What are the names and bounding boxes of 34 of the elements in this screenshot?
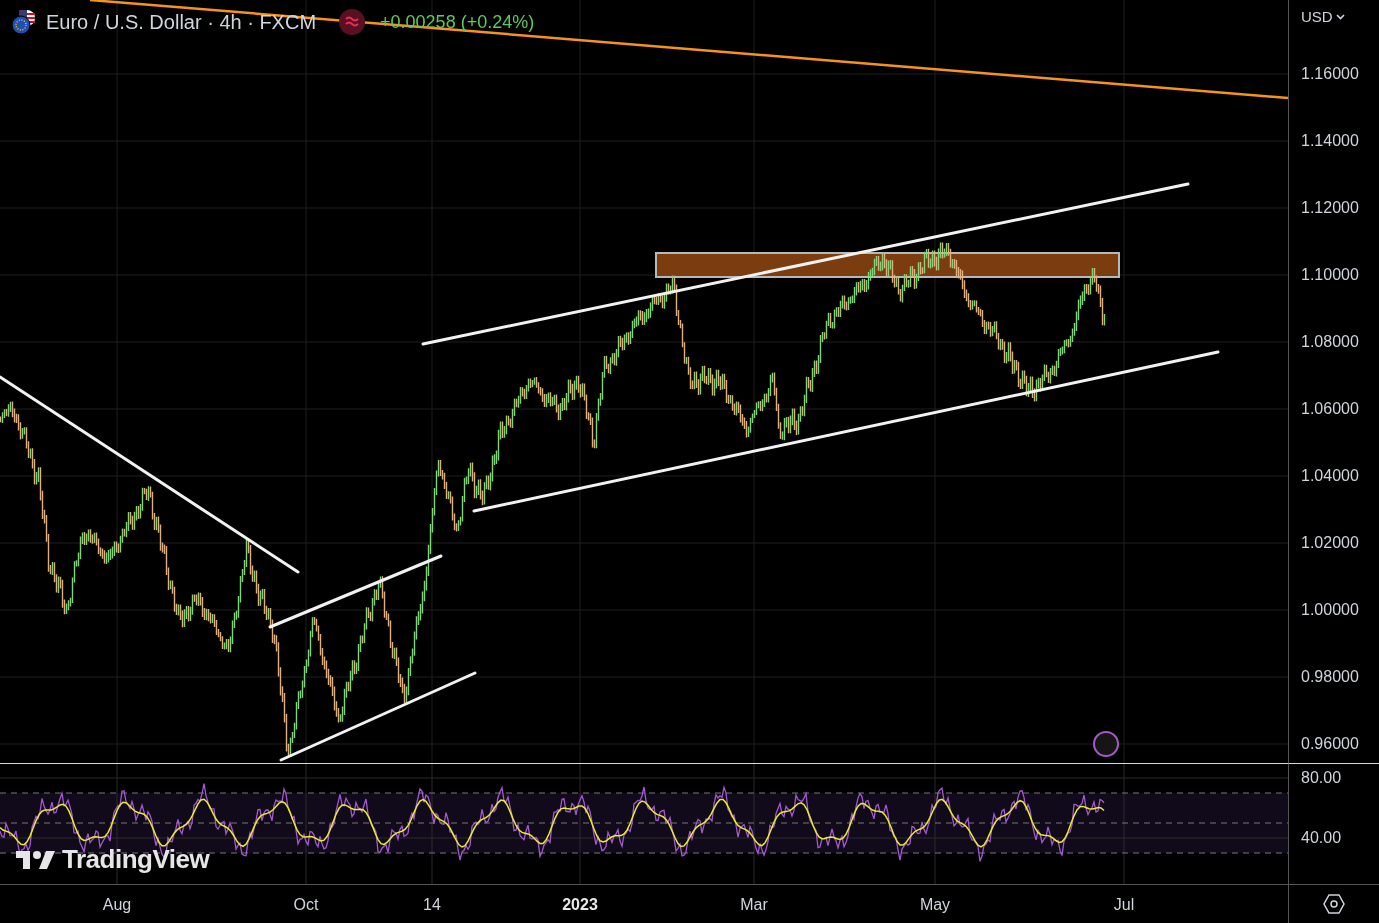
price-label: 1.04000: [1301, 467, 1359, 485]
resistance-line[interactable]: [89, 0, 1288, 100]
rsi-label: 80.00: [1301, 769, 1342, 787]
settings-icon[interactable]: [1323, 894, 1345, 914]
time-label: Mar: [740, 896, 768, 914]
time-label: 2023: [562, 896, 598, 914]
logo-text: TradingView: [62, 844, 210, 875]
price-label: 1.06000: [1301, 400, 1359, 418]
symbol-title: Euro / U.S. Dollar · 4h · FXCM: [46, 10, 317, 34]
time-label: Jul: [1113, 896, 1135, 914]
trend-line[interactable]: [421, 182, 1190, 346]
logo-icon: [16, 848, 58, 871]
price-label: 1.16000: [1301, 65, 1359, 83]
price-label: 1.14000: [1301, 132, 1359, 150]
price-label: 1.12000: [1301, 199, 1359, 217]
price-label: 0.98000: [1301, 668, 1359, 686]
rsi-label: 40.00: [1301, 829, 1342, 847]
market-status-icon[interactable]: [338, 8, 367, 36]
time-label: Aug: [102, 896, 132, 914]
caret-icon: [1335, 13, 1345, 20]
trend-line[interactable]: [472, 350, 1220, 513]
time-label: May: [919, 896, 951, 914]
price-label: 1.10000: [1301, 266, 1359, 284]
price-label: 1.02000: [1301, 534, 1359, 552]
currency-dropdown[interactable]: USD: [1301, 8, 1345, 25]
time-label: Oct: [293, 896, 319, 914]
price-label: 1.08000: [1301, 333, 1359, 351]
price-label: 1.00000: [1301, 601, 1359, 619]
currency-flags-icon: [10, 9, 38, 35]
price-label: 0.96000: [1301, 735, 1359, 753]
time-label: 14: [423, 896, 441, 914]
trend-line[interactable]: [279, 671, 477, 762]
trend-line[interactable]: [0, 375, 300, 574]
trend-line[interactable]: [268, 554, 443, 629]
